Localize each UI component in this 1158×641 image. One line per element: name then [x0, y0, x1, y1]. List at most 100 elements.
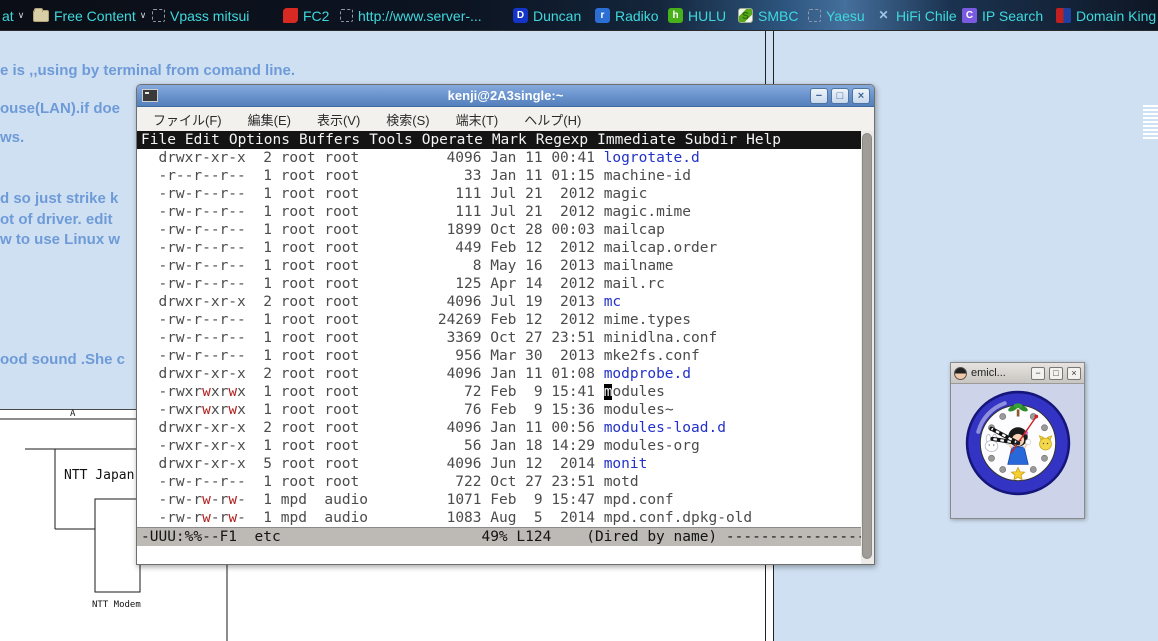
emacs-menu-item[interactable]: Buffers	[299, 132, 360, 148]
dired-row: -rwxrwxrwx 1 root root 76 Feb 9 15:36 mo…	[137, 401, 861, 419]
dired-row: -rw-r--r-- 1 root root 111 Jul 21 2012 m…	[137, 203, 861, 221]
bookmark-item[interactable]: DDuncan	[513, 0, 581, 31]
dired-file-list: drwxr-xr-x 2 root root 4096 Jan 11 00:41…	[137, 149, 861, 527]
terminal-menu-item[interactable]: 検索(S)	[386, 110, 429, 129]
clock-titlebar[interactable]: emicl... − □ ×	[951, 363, 1084, 384]
directory-name[interactable]: modprobe.d	[604, 366, 691, 382]
world-writable-flag: w	[228, 492, 237, 508]
emacs-menu-item[interactable]: Tools	[369, 132, 413, 148]
emacs-menu-item[interactable]: Immediate	[597, 132, 676, 148]
file-name[interactable]: machine-id	[604, 168, 691, 184]
terminal-menu-item[interactable]: 編集(E)	[248, 110, 291, 129]
emacs-menu-item[interactable]: Help	[746, 132, 781, 148]
emacs-menu-item[interactable]: Regexp	[536, 132, 588, 148]
bookmark-label: HiFi Chile	[896, 8, 957, 24]
bookmark-item[interactable]: FC2	[283, 0, 329, 31]
file-name[interactable]: mpd.conf	[604, 492, 674, 508]
bookmark-label: Duncan	[533, 8, 581, 24]
file-name[interactable]: mailcap.order	[604, 240, 718, 256]
file-name[interactable]: mpd.conf.dpkg-old	[604, 510, 752, 526]
file-name[interactable]: minidlna.conf	[604, 330, 718, 346]
scrollbar[interactable]	[861, 131, 874, 564]
emacs-menu-item[interactable]: Mark	[492, 132, 527, 148]
bookmark-item[interactable]: ✕ HiFi Chile	[876, 0, 957, 31]
clock-maximize-button[interactable]: □	[1049, 367, 1063, 380]
emacs-menu-item[interactable]: Operate	[422, 132, 483, 148]
dired-row: -rw-r--r-- 1 root root 111 Jul 21 2012 m…	[137, 185, 861, 203]
dired-row: -rw-r--r-- 1 root root 24269 Feb 12 2012…	[137, 311, 861, 329]
bookmark-item[interactable]: at∨	[2, 0, 24, 31]
bookmark-item[interactable]: Vpass mitsui	[152, 0, 249, 31]
file-name[interactable]: mke2fs.conf	[604, 348, 700, 364]
directory-name[interactable]: modules-load.d	[604, 420, 726, 436]
emacs-minibuffer[interactable]	[137, 546, 861, 564]
file-name[interactable]: modules-org	[604, 438, 700, 454]
file-name[interactable]: magic.mime	[604, 204, 691, 220]
file-name[interactable]: modules	[604, 384, 665, 400]
page-text-line: ws.	[0, 129, 24, 146]
bookmark-item[interactable]: hHULU	[668, 0, 726, 31]
cat-marker	[1039, 436, 1051, 450]
emacs-menu-item[interactable]: Subdir	[685, 132, 737, 148]
bookmark-item[interactable]: rRadiko	[595, 0, 659, 31]
bookmark-item[interactable]: Yaesu	[808, 0, 865, 31]
directory-name[interactable]: mc	[604, 294, 621, 310]
directory-name[interactable]: monit	[604, 456, 648, 472]
bookmarks-bar: at∨ Free Content∨ Vpass mitsui FC2 http://ww…	[0, 0, 1158, 31]
terminal-menu-item[interactable]: 端末(T)	[456, 110, 499, 129]
page-edge-stripes	[1143, 105, 1158, 140]
file-name[interactable]: mime.types	[604, 312, 691, 328]
dashed-icon	[152, 9, 165, 22]
dired-row: -rw-r--r-- 1 root root 956 Mar 30 2013 m…	[137, 347, 861, 365]
bookmark-item[interactable]: SSMBC	[738, 0, 798, 31]
file-name[interactable]: mailname	[604, 258, 674, 274]
bookmark-label: IP Search	[982, 8, 1043, 24]
world-writable-flag: w	[228, 384, 237, 400]
minimize-button[interactable]: −	[810, 88, 828, 104]
file-name[interactable]: mailcap	[604, 222, 665, 238]
file-name[interactable]: magic	[604, 186, 648, 202]
clock-widget-window: emicl... − □ ×	[950, 362, 1085, 519]
terminal-menu-item[interactable]: ヘルプ(H)	[524, 110, 581, 129]
page-text-line: ouse(LAN).if doe	[0, 100, 120, 117]
bookmark-label: at	[2, 8, 14, 24]
terminal-menu-item[interactable]: 表示(V)	[317, 110, 360, 129]
bookmark-item[interactable]: C IP Search	[962, 0, 1043, 31]
close-button[interactable]: ×	[852, 88, 870, 104]
file-name[interactable]: modules~	[604, 402, 674, 418]
dired-row: -rw-rw-rw- 1 mpd audio 1071 Feb 9 15:47 …	[137, 491, 861, 509]
ipsearch-icon: C	[962, 8, 977, 23]
page-text-line: ot of driver. edit	[0, 211, 113, 228]
scrollbar-thumb[interactable]	[862, 133, 872, 559]
dired-row: -rw-r--r-- 1 root root 722 Oct 27 23:51 …	[137, 473, 861, 491]
domainking-icon	[1056, 8, 1071, 23]
world-writable-flag: w	[202, 510, 211, 526]
dired-row: -rwxrwxrwx 1 root root 72 Feb 9 15:41 mo…	[137, 383, 861, 401]
bookmark-item[interactable]: Free Content∨	[33, 0, 146, 31]
smbc-icon: S	[738, 8, 753, 23]
directory-name[interactable]: logrotate.d	[604, 150, 700, 166]
dired-row: drwxr-xr-x 2 root root 4096 Jul 19 2013 …	[137, 293, 861, 311]
clock-minimize-button[interactable]: −	[1031, 367, 1045, 380]
terminal-titlebar[interactable]: kenji@2A3single:~ − □ ×	[137, 85, 874, 107]
emacs-menu-item[interactable]: Edit	[185, 132, 220, 148]
bookmark-label: Vpass mitsui	[170, 8, 249, 24]
terminal-menu-item[interactable]: ファイル(F)	[153, 110, 222, 129]
bookmark-label: Radiko	[615, 8, 659, 24]
dired-row: -rw-rw-rw- 1 mpd audio 1083 Aug 5 2014 m…	[137, 509, 861, 527]
emacs-menu-item[interactable]: Options	[229, 132, 290, 148]
bookmark-label: http://www.server-...	[358, 8, 482, 24]
file-name[interactable]: motd	[604, 474, 639, 490]
dired-row: -rw-r--r-- 1 root root 125 Apr 14 2012 m…	[137, 275, 861, 293]
hifi-icon: ✕	[876, 8, 891, 23]
fc2-icon	[283, 8, 298, 23]
bookmark-item[interactable]: http://www.server-...	[340, 0, 482, 31]
maximize-button[interactable]: □	[831, 88, 849, 104]
file-name[interactable]: mail.rc	[604, 276, 665, 292]
dired-row: drwxr-xr-x 5 root root 4096 Jun 12 2014 …	[137, 455, 861, 473]
folder-icon	[33, 10, 49, 22]
desktop: e is ,,using by terminal from comand lin…	[0, 0, 1158, 641]
emacs-menu-item[interactable]: File	[141, 132, 176, 148]
clock-close-button[interactable]: ×	[1067, 367, 1081, 380]
bookmark-item[interactable]: Domain King	[1056, 0, 1156, 31]
